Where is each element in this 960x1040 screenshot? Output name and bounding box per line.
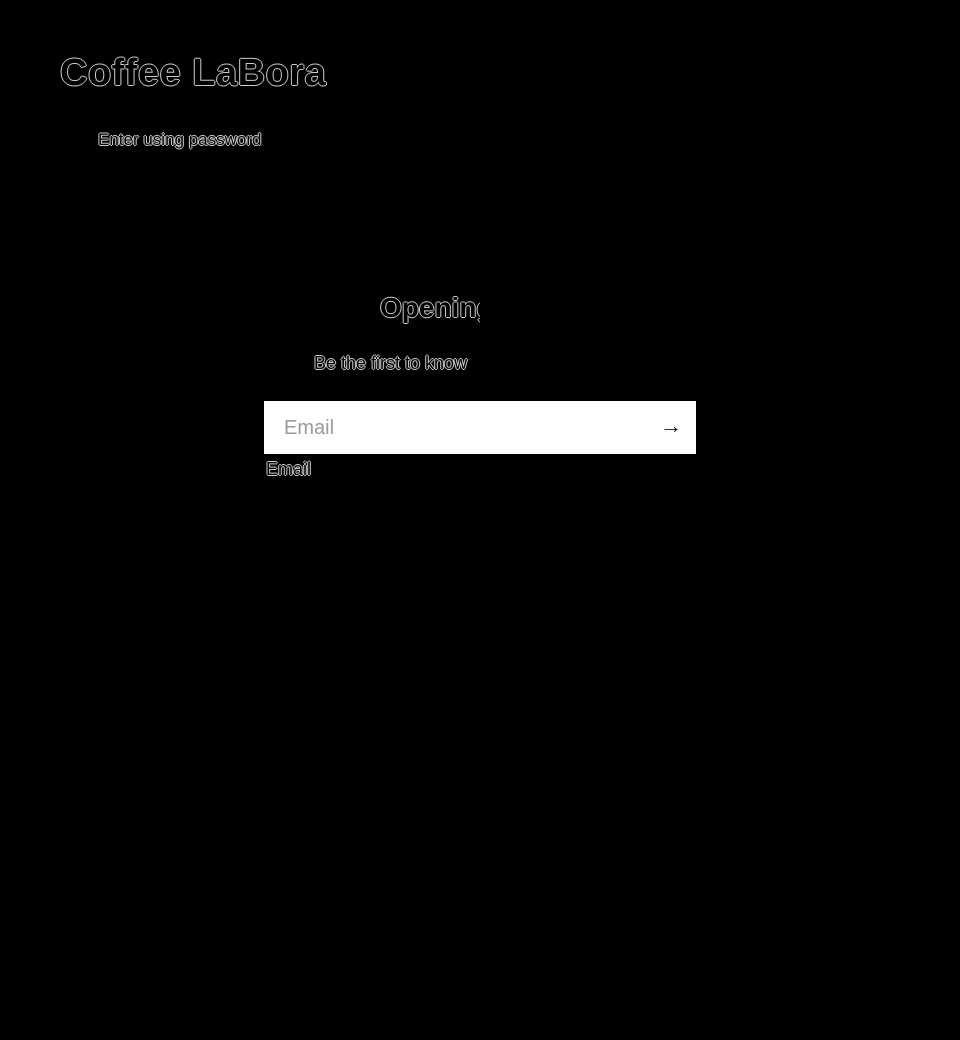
subheading: Be the first to know — [314, 353, 468, 373]
enter-password-link[interactable]: Enter using password — [98, 130, 261, 150]
email-label: Email — [266, 459, 312, 479]
store-logo[interactable]: Coffee LaBora — [60, 52, 326, 95]
newsletter-form: → — [264, 401, 696, 456]
email-input[interactable] — [282, 401, 646, 456]
page-heading: Opening soon — [380, 292, 480, 323]
arrow-right-icon[interactable]: → — [660, 413, 682, 439]
